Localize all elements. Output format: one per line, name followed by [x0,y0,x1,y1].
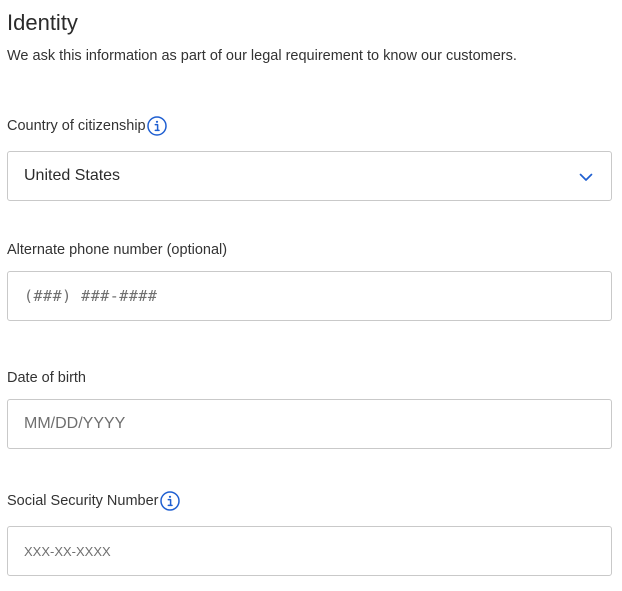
alt-phone-input[interactable] [8,272,611,320]
dob-input[interactable] [8,400,611,448]
dob-label-row: Date of birth [7,368,86,388]
info-icon[interactable] [146,116,167,136]
alt-phone-field-box[interactable] [7,271,612,321]
ssn-label-row: Social Security Number [7,491,180,511]
ssn-input[interactable] [8,527,611,575]
section-description: We ask this information as part of our l… [7,48,517,64]
ssn-label: Social Security Number [7,493,159,509]
ssn-field-box[interactable] [7,526,612,576]
citizenship-select[interactable]: United States [7,151,612,201]
alt-phone-label-row: Alternate phone number (optional) [7,240,227,260]
citizenship-label: Country of citizenship [7,118,146,134]
dob-field-box[interactable] [7,399,612,449]
page-title: Identity [7,10,78,35]
citizenship-selected-value: United States [24,167,121,184]
dob-label: Date of birth [7,370,86,386]
citizenship-label-row: Country of citizenship [7,116,167,136]
alt-phone-label: Alternate phone number (optional) [7,242,228,258]
chevron-down-icon [579,170,593,184]
info-icon[interactable] [159,491,180,511]
